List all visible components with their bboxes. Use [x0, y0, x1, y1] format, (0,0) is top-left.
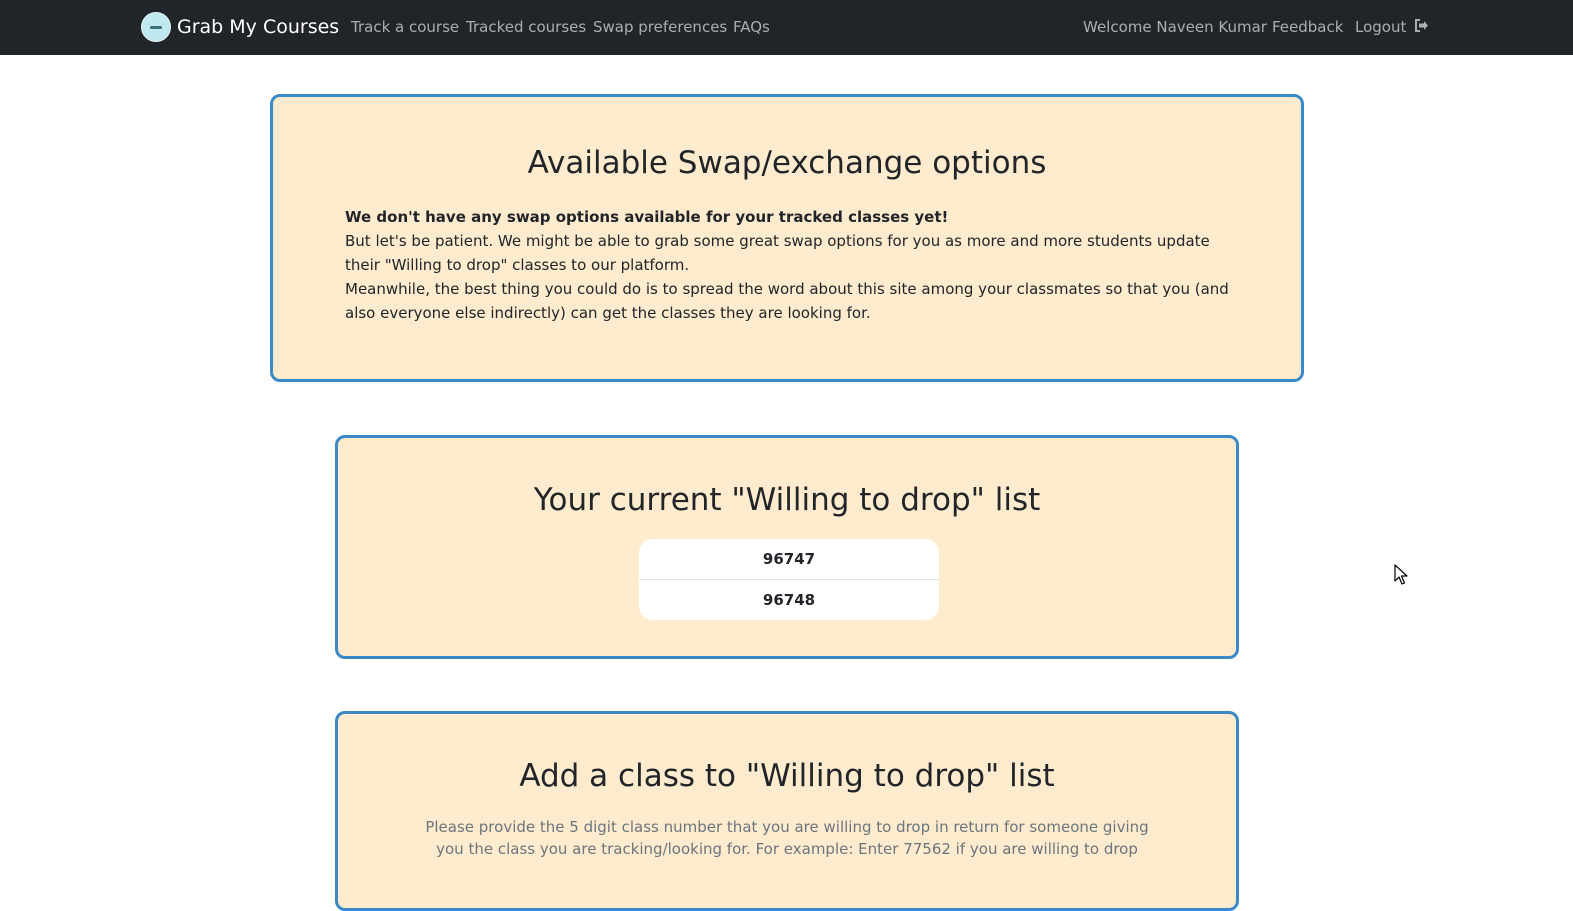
no-swap-options-notice: We don't have any swap options available…: [345, 208, 949, 226]
swap-options-message: We don't have any swap options available…: [345, 205, 1229, 325]
willing-to-drop-title: Your current "Willing to drop" list: [533, 482, 1041, 518]
welcome-user-text: Welcome Naveen Kumar: [1083, 18, 1267, 36]
mouse-pointer-icon: [1394, 564, 1408, 585]
swap-options-card: Available Swap/exchange options We don't…: [270, 94, 1304, 382]
add-class-card: Add a class to "Willing to drop" list Pl…: [335, 711, 1239, 911]
brand-link[interactable]: Grab My Courses: [141, 11, 339, 43]
willing-to-drop-card: Your current "Willing to drop" list 9674…: [335, 435, 1239, 659]
brand-logo-icon: [141, 12, 171, 42]
nav-feedback[interactable]: Feedback: [1272, 17, 1343, 37]
nav-tracked-courses[interactable]: Tracked courses: [466, 17, 586, 37]
logout-label: Logout: [1355, 18, 1407, 36]
spread-word-paragraph: Meanwhile, the best thing you could do i…: [345, 280, 1229, 322]
nav-track-course[interactable]: Track a course: [351, 17, 459, 37]
add-class-title: Add a class to "Willing to drop" list: [519, 758, 1055, 794]
sign-out-icon: [1415, 19, 1429, 32]
nav-faqs[interactable]: FAQs: [733, 17, 770, 37]
add-class-description: Please provide the 5 digit class number …: [425, 818, 1149, 858]
list-item[interactable]: 96747: [639, 539, 939, 580]
nav-swap-preferences[interactable]: Swap preferences: [593, 17, 727, 37]
swap-options-title: Available Swap/exchange options: [527, 145, 1047, 181]
patience-paragraph: But let's be patient. We might be able t…: [345, 232, 1210, 274]
top-navbar: Grab My Courses Track a course Tracked c…: [0, 0, 1573, 55]
logout-link[interactable]: Logout: [1355, 17, 1429, 37]
brand-name: Grab My Courses: [177, 16, 340, 38]
willing-to-drop-list: 96747 96748: [639, 539, 939, 620]
list-item[interactable]: 96748: [639, 580, 939, 620]
